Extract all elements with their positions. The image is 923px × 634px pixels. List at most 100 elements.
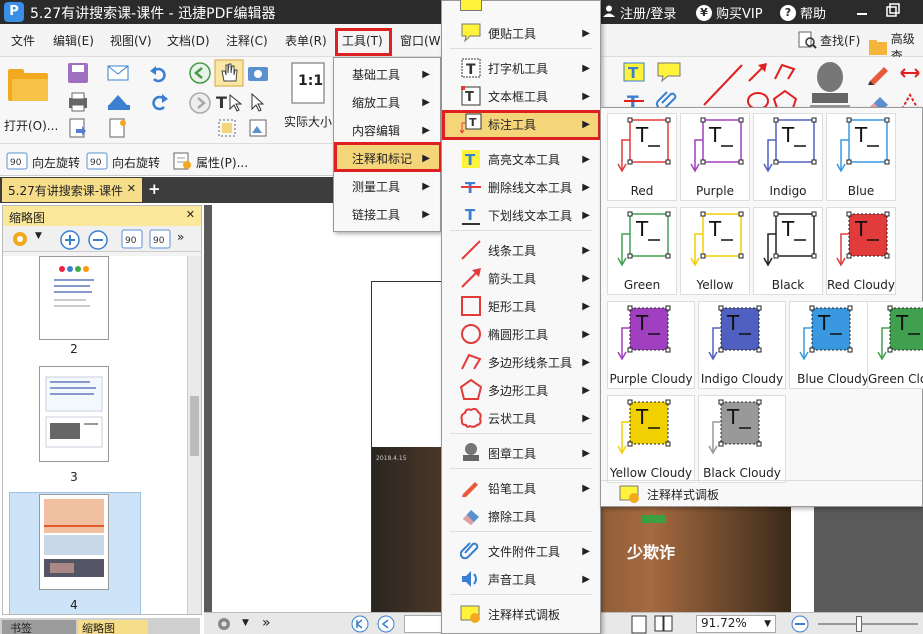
annotation-menu-item-sticky-note[interactable]: 便贴工具 ▶ [442,19,600,47]
tools-menu-item-content-edit[interactable]: 内容编辑 ▶ [334,116,440,144]
callout-style-yellow-cloudy[interactable]: T Yellow Cloudy [607,395,695,483]
callout-style-black-cloudy[interactable]: T Black Cloudy [698,395,786,483]
zoom-select[interactable]: 91.72% ▼ [696,615,776,633]
annotation-menu-item-pencil[interactable]: 铅笔工具 ▶ [442,474,600,502]
annotation-menu-item-cloud[interactable]: 云状工具 ▶ [442,404,600,432]
zoom-slider[interactable] [818,623,918,625]
tools-menu-item-zoom-tools[interactable]: 缩放工具 ▶ [334,88,440,116]
callout-style-indigo[interactable]: T Indigo [753,113,823,201]
callout-style-red-cloudy[interactable]: T Red Cloudy [826,207,896,295]
menu-view[interactable]: 视图(V) [110,32,152,49]
settings-dropdown-icon[interactable]: ▼ [35,231,42,241]
single-page-icon[interactable] [628,614,650,634]
undo-icon[interactable] [148,63,170,83]
page-number-input[interactable] [404,615,444,633]
sticky-note-icon[interactable] [656,61,682,83]
tools-menu-item-measure-tools[interactable]: 测量工具 ▶ [334,172,440,200]
status-dropdown-icon[interactable]: ▼ [242,618,249,628]
callout-style-blue[interactable]: T Blue [826,113,896,201]
annotation-menu-item-rectangle[interactable]: 矩形工具 ▶ [442,292,600,320]
document-tab[interactable]: 5.27有讲搜索课-课件 ✕ [2,178,142,202]
select-text-icon[interactable]: T [214,91,242,113]
annotation-menu-item-oval[interactable]: 椭圆形工具 ▶ [442,320,600,348]
zoom-out-status-icon[interactable] [790,614,810,634]
menu-tools[interactable]: 工具(T) [342,32,383,49]
thumb-rotate-left-icon[interactable]: 90 [121,229,143,249]
annotation-menu-item-strikeout-text[interactable]: T 删除线文本工具 ▶ [442,173,600,201]
menu-comment[interactable]: 注释(C) [226,32,268,49]
status-settings-icon[interactable] [214,615,236,633]
polyline-tool-icon[interactable] [772,61,798,83]
annotation-menu-item-polyline[interactable]: 多边形线条工具 ▶ [442,348,600,376]
first-page-icon[interactable] [350,614,370,634]
callout-style-indigo-cloudy[interactable]: T Indigo Cloudy [698,301,786,389]
callout-style-yellow[interactable]: T Yellow [680,207,750,295]
callout-style-green-cloudy[interactable]: T Green Clo [867,301,923,389]
thumbnail-page-3[interactable] [39,366,109,462]
export-page-icon[interactable] [66,117,90,139]
callout-style-green[interactable]: T Green [607,207,677,295]
annotation-menu-item-textbox[interactable]: T 文本框工具 ▶ [442,82,600,110]
status-more-icon[interactable]: » [262,615,271,631]
minimize-button[interactable] [855,3,869,17]
email-icon[interactable] [106,61,136,85]
image-tool-icon[interactable] [246,117,276,139]
arrow-tool-icon[interactable] [746,61,770,83]
bookmarks-tab[interactable]: 书签 [2,620,76,634]
help-button[interactable]: ? 帮助 [780,3,826,22]
annotation-menu-item-eraser[interactable]: 擦除工具 [442,502,600,530]
find-button[interactable]: 查找(F) [797,30,860,50]
scan-icon[interactable] [106,91,136,113]
callout-style-palette-button[interactable]: 注释样式调板 [601,480,922,508]
tools-menu-item-link-tools[interactable]: 链接工具 ▶ [334,200,440,228]
more-icon[interactable]: » [177,230,184,244]
pencil-tool-icon[interactable] [866,61,892,85]
thumbnail-page-4[interactable] [39,494,109,590]
rotate-left-button[interactable]: 90 向左旋转 [6,152,80,173]
zoom-slider-handle[interactable] [856,616,862,632]
menu-document[interactable]: 文档(D) [167,32,210,49]
settings-icon[interactable] [9,229,31,249]
typewriter-icon[interactable]: T [622,61,646,83]
select-tool-icon[interactable] [246,91,276,113]
thumbnail-page-2[interactable] [39,256,109,340]
new-page-icon[interactable] [106,117,136,139]
close-tab-icon[interactable]: ✕ [127,182,136,195]
actual-size-button[interactable]: 1:1 实际大小 [284,61,340,131]
annotation-menu-item-line[interactable]: 线条工具 ▶ [442,236,600,264]
annotation-menu-item-sound[interactable]: 声音工具 ▶ [442,565,600,593]
line-tool-icon[interactable] [700,61,746,109]
callout-style-black[interactable]: T Black [753,207,823,295]
thumbnail-scrollbar[interactable] [187,256,201,614]
annotation-menu-item-arrow[interactable]: 箭头工具 ▶ [442,264,600,292]
callout-style-red[interactable]: T Red [607,113,677,201]
properties-button[interactable]: 属性(P)... [172,152,248,173]
annotation-menu-item-callout[interactable]: T 标注工具 ▶ [442,110,600,138]
hand-tool-icon[interactable] [214,59,244,87]
rotate-right-button[interactable]: 90 向右旋转 [86,152,160,173]
back-icon[interactable] [188,61,212,85]
snapshot-icon[interactable] [246,61,270,85]
annotation-menu-item-file-attachment[interactable]: 文件附件工具 ▶ [442,537,600,565]
callout-style-blue-cloudy[interactable]: T Blue Cloudy [789,301,877,389]
forward-icon[interactable] [188,91,212,115]
menu-window[interactable]: 窗口(W [400,32,441,49]
thumbnails-tab[interactable]: 缩略图 [78,620,148,634]
tools-menu-item-basic-tools[interactable]: 基础工具 ▶ [334,60,440,88]
distance-tool-icon[interactable] [898,61,922,85]
menu-file[interactable]: 文件 [11,32,35,49]
callout-style-purple[interactable]: T Purple [680,113,750,201]
print-icon[interactable] [66,91,90,113]
annotation-menu-item-stamp[interactable]: 图章工具 ▶ [442,439,600,467]
register-login-button[interactable]: 注册/登录 [602,3,676,22]
menu-edit[interactable]: 编辑(E) [53,32,94,49]
annotation-menu-item-underline-text[interactable]: T 下划线文本工具 ▶ [442,201,600,229]
annotation-menu-item-polygon[interactable]: 多边形工具 ▶ [442,376,600,404]
annotation-menu-item-style-palette[interactable]: 注释样式调板 [442,600,600,628]
scroll-thumb[interactable] [190,396,199,456]
menu-form[interactable]: 表单(R) [285,32,327,49]
close-panel-icon[interactable]: ✕ [186,208,195,221]
callout-style-purple-cloudy[interactable]: T Purple Cloudy [607,301,695,389]
annotation-menu-item-highlight-text[interactable]: T 高亮文本工具 ▶ [442,145,600,173]
crop-page-icon[interactable] [214,117,242,139]
